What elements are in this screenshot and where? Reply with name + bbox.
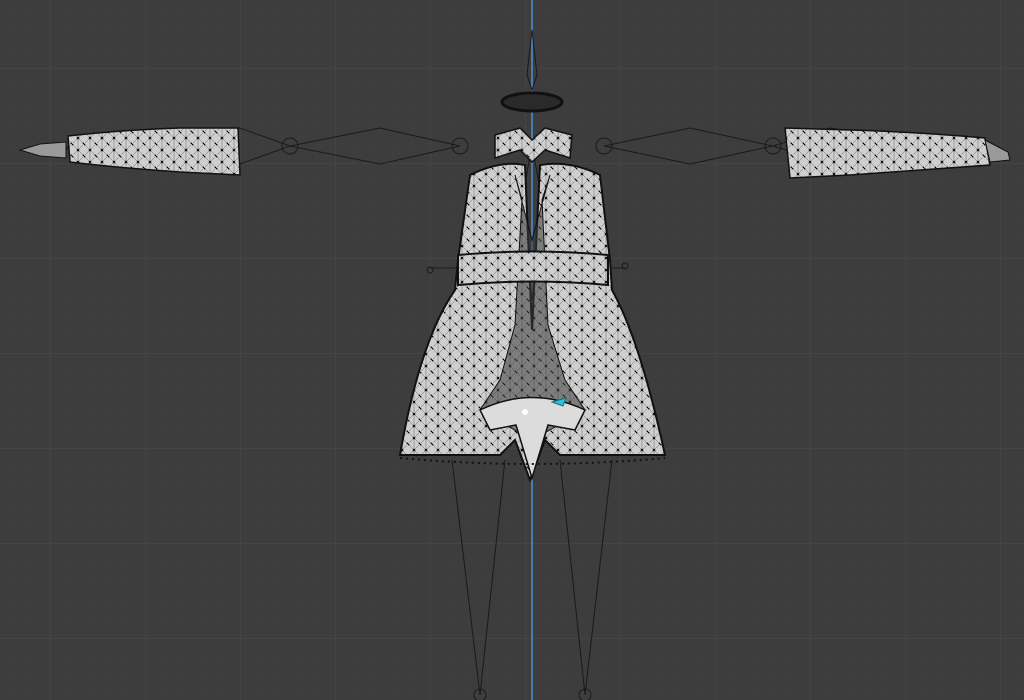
waist-belt-mesh[interactable] [457, 250, 609, 287]
3d-viewport[interactable] [0, 0, 1024, 700]
viewport-canvas[interactable] [0, 0, 1024, 700]
collar-ring-mesh[interactable] [500, 91, 564, 113]
